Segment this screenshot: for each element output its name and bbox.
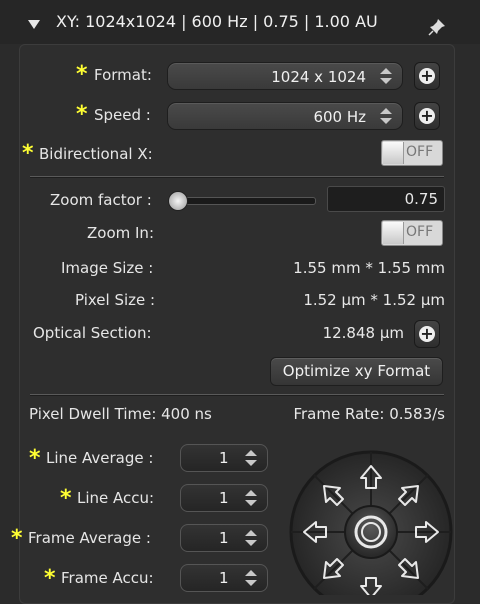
- required-star-icon: *: [22, 141, 34, 166]
- required-star-icon: *: [76, 102, 88, 127]
- pixel-dwell-time: Pixel Dwell Time: 400 ns: [29, 405, 212, 423]
- zoom-in-state: OFF: [406, 224, 434, 240]
- line-average-value: 1: [219, 449, 229, 467]
- speed-value: 600 Hz: [313, 108, 366, 126]
- zoom-in-toggle[interactable]: OFF: [381, 220, 443, 246]
- spin-arrows-icon[interactable]: [243, 567, 259, 589]
- divider: [30, 176, 444, 178]
- line-average-spinbox[interactable]: 1: [180, 444, 268, 472]
- format-label: Format:: [94, 66, 152, 84]
- zoom-factor-label: Zoom factor :: [50, 191, 152, 209]
- section-title: XY: 1024x1024 | 600 Hz | 0.75 | 1.00 AU: [56, 12, 378, 31]
- toggle-knob: [383, 222, 404, 244]
- zoom-slider-track[interactable]: [176, 197, 316, 205]
- line-accu-value: 1: [219, 489, 229, 507]
- line-average-label: Line Average :: [46, 449, 154, 467]
- image-size-value: 1.55 mm * 1.55 mm: [293, 259, 445, 277]
- optical-section-value: 12.848 µm: [322, 324, 404, 342]
- frame-accu-value: 1: [219, 569, 229, 587]
- zoom-factor-input[interactable]: 0.75: [327, 186, 445, 212]
- frame-average-spinbox[interactable]: 1: [180, 524, 268, 552]
- frame-average-value: 1: [219, 529, 229, 547]
- frame-rate: Frame Rate: 0.583/s: [293, 405, 445, 423]
- spin-arrows-icon[interactable]: [243, 487, 259, 509]
- zoom-factor-value: 0.75: [404, 190, 438, 208]
- optical-section-label: Optical Section:: [33, 324, 152, 342]
- format-add-button[interactable]: +: [414, 62, 440, 90]
- pin-icon[interactable]: [428, 18, 446, 36]
- collapse-triangle-icon[interactable]: [28, 20, 40, 29]
- divider: [30, 394, 444, 396]
- format-dropdown[interactable]: 1024 x 1024: [167, 62, 403, 90]
- required-star-icon: *: [76, 62, 88, 87]
- plus-icon: +: [419, 324, 435, 343]
- section-header[interactable]: XY: 1024x1024 | 600 Hz | 0.75 | 1.00 AU: [0, 0, 480, 44]
- pixel-size-label: Pixel Size :: [75, 291, 156, 309]
- required-star-icon: *: [44, 566, 56, 591]
- zoom-in-label: Zoom In:: [87, 224, 154, 242]
- pixel-size-value: 1.52 µm * 1.52 µm: [303, 291, 445, 309]
- line-accu-spinbox[interactable]: 1: [180, 484, 268, 512]
- format-value: 1024 x 1024: [271, 68, 366, 86]
- pan-joystick[interactable]: [288, 450, 454, 595]
- frame-accu-spinbox[interactable]: 1: [180, 564, 268, 592]
- spin-arrows-icon: [380, 68, 392, 84]
- required-star-icon: *: [11, 526, 23, 551]
- toggle-knob: [383, 142, 404, 164]
- required-star-icon: *: [60, 486, 72, 511]
- optical-section-add-button[interactable]: +: [414, 320, 440, 348]
- frame-average-label: Frame Average :: [28, 529, 151, 547]
- required-star-icon: *: [29, 446, 41, 471]
- speed-add-button[interactable]: +: [414, 102, 440, 130]
- bidirectional-label: Bidirectional X:: [39, 145, 153, 163]
- speed-label: Speed :: [94, 106, 151, 124]
- bidirectional-state: OFF: [406, 144, 434, 160]
- plus-icon: +: [419, 66, 435, 85]
- spin-arrows-icon[interactable]: [243, 447, 259, 469]
- frame-accu-label: Frame Accu:: [61, 569, 154, 587]
- image-size-label: Image Size :: [61, 259, 154, 277]
- optimize-xy-format-button[interactable]: Optimize xy Format: [270, 357, 443, 386]
- zoom-slider-handle[interactable]: [168, 191, 188, 211]
- speed-dropdown[interactable]: 600 Hz: [167, 102, 403, 130]
- spin-arrows-icon[interactable]: [243, 527, 259, 549]
- plus-icon: +: [419, 106, 435, 125]
- bidirectional-toggle[interactable]: OFF: [381, 140, 443, 166]
- line-accu-label: Line Accu:: [77, 489, 155, 507]
- spin-arrows-icon: [380, 108, 392, 124]
